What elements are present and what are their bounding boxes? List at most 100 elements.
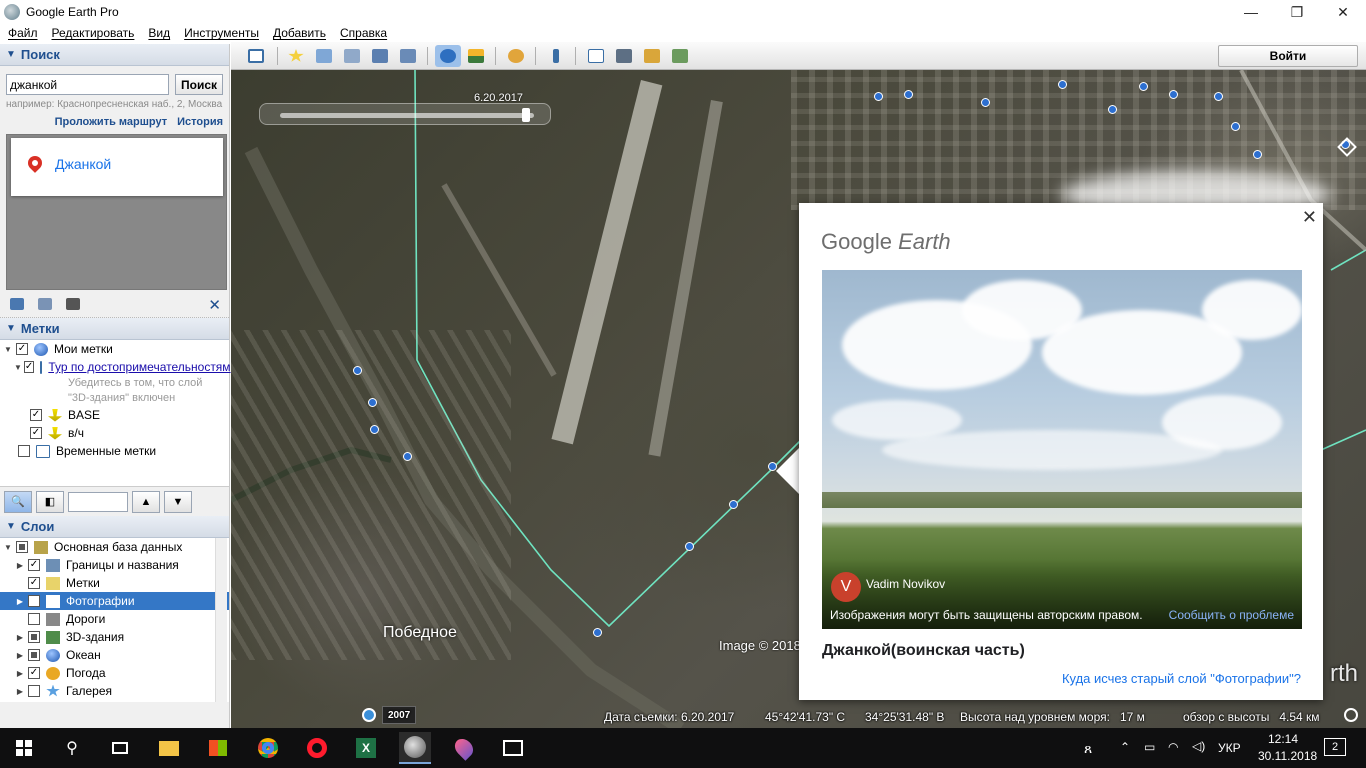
author-name[interactable]: Vadim Novikov xyxy=(866,577,945,591)
menu-file[interactable]: Файл xyxy=(8,26,38,40)
toggle-panel-icon[interactable]: ◧ xyxy=(36,490,64,513)
layers-section-header[interactable]: ▼ Слои xyxy=(0,516,229,538)
layer-borders[interactable]: ▶ ✓ Границы и названия xyxy=(0,556,229,574)
historical-imagery-icon[interactable] xyxy=(435,45,461,67)
menu-add[interactable]: Добавить xyxy=(273,26,326,40)
excel-icon[interactable]: X xyxy=(350,732,382,764)
print-icon[interactable] xyxy=(66,297,80,310)
search-result-card[interactable]: Джанкой xyxy=(11,138,223,196)
photo-marker[interactable] xyxy=(1231,122,1240,131)
tree-item-unit[interactable]: ✓ в/ч xyxy=(0,424,229,442)
add-polygon-icon[interactable] xyxy=(311,45,337,67)
ruler-icon[interactable] xyxy=(543,45,569,67)
task-view-icon[interactable] xyxy=(104,732,136,764)
clear-search-icon[interactable]: ✕ xyxy=(208,296,221,314)
directions-link[interactable]: Проложить маршрут xyxy=(55,116,167,128)
file-explorer-icon[interactable] xyxy=(153,732,185,764)
popup-photo[interactable]: V Vadim Novikov Изображения могут быть з… xyxy=(822,270,1302,629)
historical-clock-icon[interactable] xyxy=(362,708,376,722)
layer-ocean[interactable]: ▶ Океан xyxy=(0,646,229,664)
volume-icon[interactable]: ◁) xyxy=(1192,739,1205,753)
view-in-maps-icon[interactable] xyxy=(667,45,693,67)
tree-item-base[interactable]: ✓ BASE xyxy=(0,406,229,424)
photo-marker[interactable] xyxy=(593,628,602,637)
close-button[interactable]: ✕ xyxy=(1320,0,1366,24)
minimize-button[interactable]: — xyxy=(1228,0,1274,24)
photo-marker[interactable] xyxy=(1139,82,1148,91)
photo-marker[interactable] xyxy=(1214,92,1223,101)
layer-gallery[interactable]: ▶ Галерея xyxy=(0,682,229,700)
notifications-icon[interactable]: 2 xyxy=(1324,738,1346,756)
search-places-icon[interactable]: 🔍 xyxy=(4,490,32,513)
layer-primary-db[interactable]: ▼ Основная база данных xyxy=(0,538,229,556)
clock-date[interactable]: 30.11.2018 xyxy=(1258,749,1317,763)
photo-marker[interactable] xyxy=(874,92,883,101)
photo-marker[interactable] xyxy=(1169,90,1178,99)
photo-marker[interactable] xyxy=(1253,150,1262,159)
maps-app-icon[interactable] xyxy=(448,732,480,764)
photo-marker[interactable] xyxy=(353,366,362,375)
photos-app-icon[interactable] xyxy=(497,732,529,764)
windows-start-icon[interactable] xyxy=(8,732,40,764)
store-icon[interactable] xyxy=(202,732,234,764)
clock-time[interactable]: 12:14 xyxy=(1268,732,1298,746)
layer-photos[interactable]: ▶ ✓ Фотографии xyxy=(0,592,229,610)
move-up-icon[interactable]: ▲ xyxy=(132,490,160,513)
menu-help[interactable]: Справка xyxy=(340,26,387,40)
menu-tools[interactable]: Инструменты xyxy=(184,26,259,40)
photo-marker[interactable] xyxy=(368,398,377,407)
history-link[interactable]: История xyxy=(177,116,223,128)
search-section-header[interactable]: ▼ Поиск xyxy=(0,44,229,66)
search-input[interactable] xyxy=(6,74,169,95)
places-section-header[interactable]: ▼ Метки xyxy=(0,318,229,340)
photos-layer-help-link[interactable]: Куда исчез старый слой "Фотографии"? xyxy=(1062,671,1301,686)
author-avatar[interactable]: V xyxy=(831,572,861,602)
search-result-title[interactable]: Джанкой xyxy=(55,156,111,172)
record-tour-icon[interactable] xyxy=(395,45,421,67)
tree-item-temporary[interactable]: Временные метки xyxy=(0,442,229,460)
search-icon[interactable]: ⚲ xyxy=(56,732,88,764)
move-down-icon[interactable]: ▼ xyxy=(164,490,192,513)
photo-marker[interactable] xyxy=(403,452,412,461)
layers-scrollbar[interactable] xyxy=(215,538,227,702)
email-icon[interactable] xyxy=(583,45,609,67)
print-icon[interactable] xyxy=(611,45,637,67)
planet-switch-icon[interactable] xyxy=(503,45,529,67)
layer-places[interactable]: ✓ Метки xyxy=(0,574,229,592)
menu-edit[interactable]: Редактировать xyxy=(52,26,135,40)
layer-3d-buildings[interactable]: ▶ 3D-здания xyxy=(0,628,229,646)
chrome-icon[interactable] xyxy=(252,732,284,764)
signin-button[interactable]: Войти xyxy=(1218,45,1358,67)
imagery-year-badge[interactable]: 2007 xyxy=(382,706,417,724)
wifi-icon[interactable]: ◠ xyxy=(1168,740,1178,754)
time-slider[interactable]: 6.20.2017 xyxy=(259,92,551,125)
add-overlay-icon[interactable] xyxy=(367,45,393,67)
photo-marker[interactable] xyxy=(729,500,738,509)
sidebar-toggle-icon[interactable] xyxy=(243,45,269,67)
save-image-icon[interactable] xyxy=(639,45,665,67)
people-icon[interactable]: ጸ xyxy=(1084,740,1092,757)
tree-item-tour[interactable]: ▼ ✓ Тур по достопримечательностям xyxy=(0,358,231,376)
photo-marker[interactable] xyxy=(1058,80,1067,89)
places-filter-input[interactable] xyxy=(68,491,128,512)
copy-icon[interactable] xyxy=(38,297,52,310)
add-to-places-icon[interactable] xyxy=(10,297,24,310)
time-slider-knob[interactable] xyxy=(522,108,530,122)
maximize-button[interactable]: ❐ xyxy=(1274,0,1320,24)
sunlight-icon[interactable] xyxy=(463,45,489,67)
compass-icon[interactable] xyxy=(1344,708,1358,722)
photo-marker[interactable] xyxy=(1108,105,1117,114)
tray-expand-icon[interactable]: ⌃ xyxy=(1120,740,1130,754)
battery-icon[interactable]: ▭ xyxy=(1144,740,1155,754)
tree-item-my-places[interactable]: ▼ ✓ Мои метки xyxy=(0,340,229,358)
photo-marker[interactable] xyxy=(904,90,913,99)
photo-marker[interactable] xyxy=(981,98,990,107)
photo-marker[interactable] xyxy=(685,542,694,551)
layer-weather[interactable]: ▶ ✓ Погода xyxy=(0,664,229,682)
report-problem-link[interactable]: Сообщить о проблеме xyxy=(1169,608,1294,622)
layer-roads[interactable]: Дороги xyxy=(0,610,229,628)
popup-close-icon[interactable]: ✕ xyxy=(1302,207,1317,228)
opera-icon[interactable] xyxy=(301,732,333,764)
google-earth-taskbar-icon[interactable] xyxy=(399,732,431,764)
search-button[interactable]: Поиск xyxy=(175,74,223,95)
